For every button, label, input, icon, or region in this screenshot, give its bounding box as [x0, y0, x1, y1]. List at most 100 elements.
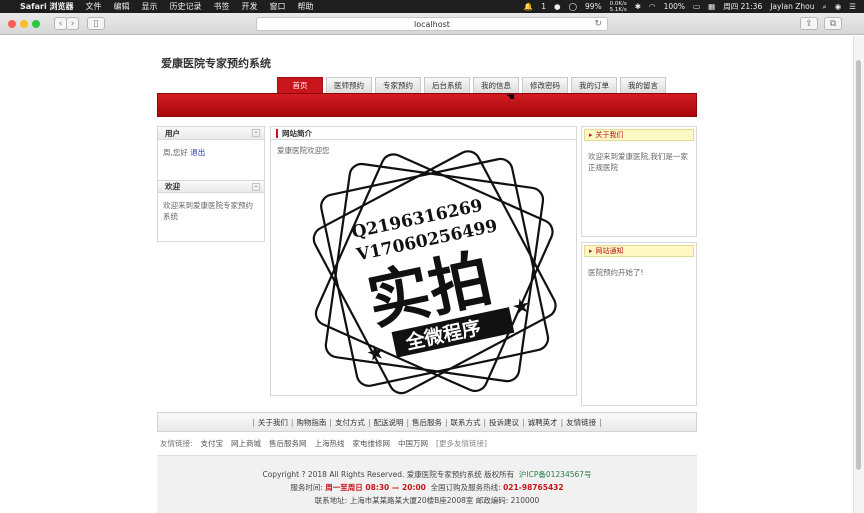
menu-view[interactable]: 显示 [142, 1, 158, 12]
address-line: 联系地址: 上海市某某路某大厦20楼B座2008室 邮政编码: 210000 [314, 496, 540, 505]
net-speed: 0.0K/s 5.1K/s [610, 1, 627, 13]
nav-my-info[interactable]: 我的信息 [473, 77, 519, 93]
user-box-body: 周,您好 退出 [158, 140, 264, 180]
nav-home[interactable]: 首页 [277, 77, 323, 93]
intro-title: 网站简介 [271, 127, 576, 140]
footer-link[interactable]: 联系方式 [451, 417, 481, 428]
web-page: 爱康医院专家预约系统 首页 医师预约 专家预约 后台系统 我的信息 修改密码 我… [0, 36, 853, 513]
footer-link[interactable]: 购物指南 [296, 417, 326, 428]
copyright-line: Copyright ? 2018 All Rights Reserved. 爱康… [157, 468, 697, 481]
wechat-icon[interactable]: ● [554, 2, 561, 11]
welcome-box-title: 欢迎 [165, 182, 180, 191]
notice-title: 网站通知 [584, 245, 694, 257]
nav-expert-booking[interactable]: 专家预约 [375, 77, 421, 93]
friend-links-label: 友情链接: [160, 439, 193, 448]
menu-develop[interactable]: 开发 [242, 1, 258, 12]
battery-ring-icon: ◯ [568, 2, 577, 11]
footer-link[interactable]: 售后服务 [412, 417, 442, 428]
friend-link[interactable]: 中国万网 [398, 438, 428, 449]
app-menu[interactable]: Safari 浏览器 [20, 1, 74, 12]
service-time: 周一至周日 08:30 — 20:00 [325, 483, 426, 492]
list-icon[interactable]: ☰ [849, 2, 856, 11]
notification-icon[interactable]: 🔔 [524, 2, 533, 11]
share-icon: ⇪ [805, 18, 813, 29]
hotline-number: 021-98765432 [503, 483, 564, 492]
user-greeting: 周,您好 [163, 148, 188, 157]
menu-history[interactable]: 历史记录 [170, 1, 202, 12]
notification-count: 1 [541, 2, 547, 11]
tabs-icon: ⧉ [829, 18, 837, 29]
browser-toolbar: ‹ › ▯ localhost ↻ ⇪ ⧉ [0, 13, 864, 35]
user-box-title: 用户 [165, 128, 180, 138]
footer-link[interactable]: 友情链接 [566, 417, 596, 428]
zoom-window-button[interactable] [32, 20, 40, 28]
footer-link[interactable]: 支付方式 [335, 417, 365, 428]
menu-help[interactable]: 帮助 [298, 1, 314, 12]
user-name[interactable]: Jaylan Zhou [770, 2, 814, 11]
sidebar-icon: ▯ [93, 18, 99, 29]
notice-panel: 网站通知 医院预约开始了! [581, 242, 697, 406]
copyright-block: Copyright ? 2018 All Rights Reserved. 爱康… [157, 455, 697, 513]
collapse-icon[interactable]: – [252, 129, 260, 137]
copyright-text: Copyright ? 2018 All Rights Reserved. 爱康… [262, 470, 515, 479]
flag-icon[interactable]: ▦ [708, 2, 715, 11]
footer-link[interactable]: 关于我们 [258, 417, 288, 428]
logout-link[interactable]: 退出 [190, 148, 205, 157]
main-nav: 首页 医师预约 专家预约 后台系统 我的信息 修改密码 我的订单 我的留言 [277, 77, 666, 93]
minimize-window-button[interactable] [20, 20, 28, 28]
forward-button[interactable]: › [66, 17, 79, 30]
watermark-stamp: Q2196316269 V17060256499 实拍 全微程序 ★ ★ [312, 150, 557, 395]
nav-doctor-booking[interactable]: 医师预约 [326, 77, 372, 93]
friend-link[interactable]: 上海热线 [315, 438, 345, 449]
search-icon[interactable]: ⌕ [823, 2, 827, 12]
more-friend-links[interactable]: [更多友情链接] [436, 438, 487, 449]
menu-window[interactable]: 窗口 [270, 1, 286, 12]
red-banner [157, 93, 697, 117]
siri-icon[interactable]: ◉ [835, 2, 842, 11]
friend-link[interactable]: 支付宝 [201, 438, 224, 449]
menu-file[interactable]: 文件 [86, 1, 102, 12]
scrollbar-thumb[interactable] [856, 60, 861, 470]
about-panel: 关于我们 欢迎来到爱康医院,我们是一家正规医院 [581, 126, 697, 237]
battery-level: 100% [663, 2, 686, 11]
nav-my-orders[interactable]: 我的订单 [571, 77, 617, 93]
share-button[interactable]: ⇪ [800, 17, 818, 30]
service-line: 服务时间: 周一至周日 08:30 — 20:00 全国订购及服务热线: 021… [157, 481, 697, 494]
site-title: 爱康医院专家预约系统 [161, 57, 271, 70]
menu-edit[interactable]: 编辑 [114, 1, 130, 12]
footer-link[interactable]: 投诉建议 [489, 417, 519, 428]
friend-link[interactable]: 售后服务网 [269, 438, 307, 449]
close-window-button[interactable] [8, 20, 16, 28]
bluetooth-icon[interactable]: ✱ [635, 2, 641, 11]
nav-admin[interactable]: 后台系统 [424, 77, 470, 93]
battery-icon[interactable]: ▭ [693, 2, 700, 11]
nav-my-messages[interactable]: 我的留言 [620, 77, 666, 93]
user-box-header: 用户 – [158, 127, 264, 140]
clock[interactable]: 周四 21:36 [723, 1, 762, 12]
collapse-icon[interactable]: – [252, 183, 260, 191]
friend-links: 友情链接: 支付宝 网上商城 售后服务网 上海热线 家电维修网 中国万网 [更多… [160, 438, 487, 449]
hotline-label: 全国订购及服务热线: [430, 483, 501, 492]
service-label: 服务时间: [290, 483, 323, 492]
net-down: 5.1K/s [609, 6, 627, 13]
footer-link[interactable]: 诚聘英才 [528, 417, 558, 428]
friend-link[interactable]: 家电维修网 [353, 438, 391, 449]
welcome-box-header: 欢迎 – [158, 180, 264, 193]
battery-percent: 99% [584, 2, 602, 11]
tabs-button[interactable]: ⧉ [824, 17, 842, 30]
left-sidebar: 用户 – 周,您好 退出 欢迎 – 欢迎来到爱康医院专家预约系统 [157, 126, 265, 242]
wifi-icon[interactable]: ◠ [649, 2, 656, 11]
sidebar-button[interactable]: ▯ [87, 17, 105, 30]
chevron-right-icon: › [70, 18, 75, 29]
nav-change-password[interactable]: 修改密码 [522, 77, 568, 93]
mouse-cursor-icon: ☚ [506, 92, 515, 103]
friend-link[interactable]: 网上商城 [231, 438, 261, 449]
footer-link[interactable]: 配送说明 [373, 417, 403, 428]
address-bar[interactable]: localhost ↻ [256, 17, 608, 31]
reload-icon[interactable]: ↻ [594, 19, 602, 29]
icp-link[interactable]: 沪ICP备01234567号 [519, 470, 592, 479]
star-icon: ★ [366, 341, 387, 365]
chevron-left-icon: ‹ [58, 18, 63, 29]
menu-bookmarks[interactable]: 书签 [214, 1, 230, 12]
notice-text: 医院预约开始了! [588, 268, 644, 277]
